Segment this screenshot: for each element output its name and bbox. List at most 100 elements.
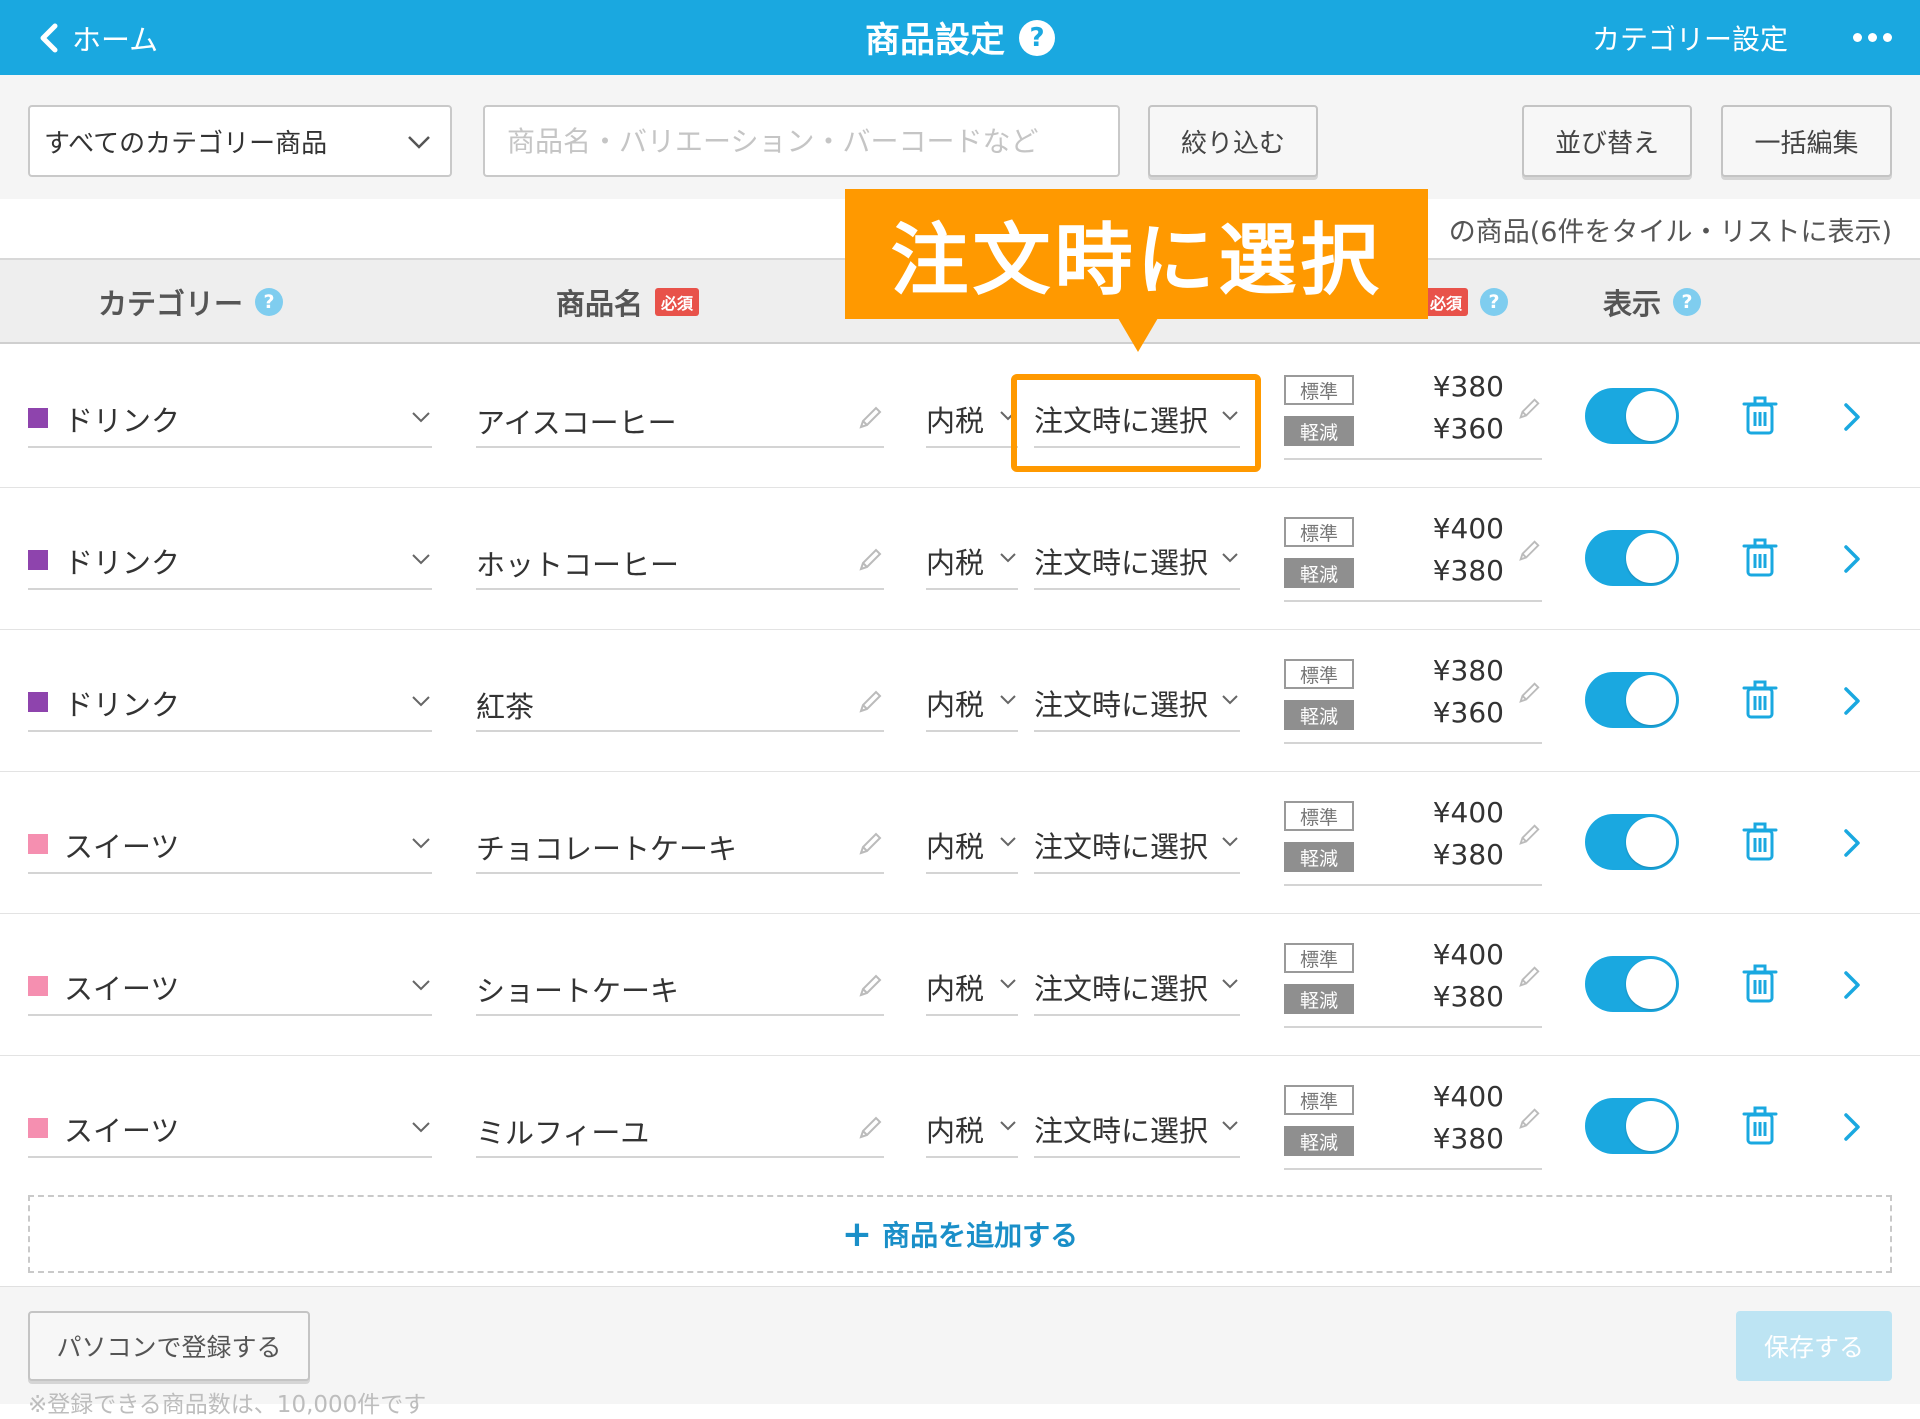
- sort-button[interactable]: 並び替え: [1522, 105, 1692, 177]
- pencil-icon[interactable]: [1516, 964, 1542, 990]
- trash-icon[interactable]: [1742, 680, 1778, 720]
- filter-button[interactable]: 絞り込む: [1148, 105, 1318, 177]
- chevron-right-icon[interactable]: [1842, 544, 1862, 574]
- tax-rate-value[interactable]: 注文時に選択: [1034, 682, 1208, 724]
- chevron-down-icon[interactable]: [410, 548, 432, 570]
- help-icon[interactable]: ?: [1019, 19, 1055, 56]
- trash-icon[interactable]: [1742, 964, 1778, 1004]
- search-input[interactable]: [483, 105, 1120, 177]
- category-underline: [28, 872, 432, 874]
- more-icon[interactable]: [1853, 0, 1892, 75]
- chevron-down-icon[interactable]: [998, 1116, 1018, 1136]
- pencil-icon[interactable]: [856, 1114, 884, 1142]
- reduced-price[interactable]: ¥380: [1394, 838, 1504, 871]
- chevron-right-icon[interactable]: [1842, 686, 1862, 716]
- chevron-down-icon[interactable]: [1220, 974, 1240, 994]
- pencil-icon[interactable]: [856, 830, 884, 858]
- trash-icon[interactable]: [1742, 822, 1778, 862]
- tax-rate-value[interactable]: 注文時に選択: [1034, 540, 1208, 582]
- trash-icon[interactable]: [1742, 538, 1778, 578]
- pc-register-button[interactable]: パソコンで登録する: [28, 1311, 310, 1381]
- chevron-down-icon[interactable]: [410, 974, 432, 996]
- add-product-button[interactable]: + 商品を追加する: [28, 1195, 1892, 1273]
- display-toggle[interactable]: [1585, 1098, 1679, 1154]
- chevron-down-icon[interactable]: [1220, 1116, 1240, 1136]
- display-toggle[interactable]: [1585, 672, 1679, 728]
- tax-type-value[interactable]: 内税: [926, 398, 984, 440]
- reduced-price[interactable]: ¥380: [1394, 1122, 1504, 1155]
- display-toggle[interactable]: [1585, 814, 1679, 870]
- pencil-icon[interactable]: [1516, 680, 1542, 706]
- back-button[interactable]: ホーム: [38, 0, 158, 75]
- chevron-down-icon[interactable]: [998, 548, 1018, 568]
- chevron-down-icon[interactable]: [1220, 548, 1240, 568]
- help-icon[interactable]: ?: [255, 288, 284, 316]
- chevron-down-icon[interactable]: [998, 832, 1018, 852]
- chevron-down-icon[interactable]: [410, 406, 432, 428]
- pencil-icon[interactable]: [1516, 396, 1542, 422]
- pencil-icon[interactable]: [856, 972, 884, 1000]
- category-value[interactable]: ドリンク: [64, 682, 180, 724]
- standard-price[interactable]: ¥400: [1394, 512, 1504, 545]
- pencil-icon[interactable]: [856, 688, 884, 716]
- category-value[interactable]: ドリンク: [64, 398, 180, 440]
- chevron-right-icon[interactable]: [1842, 1112, 1862, 1142]
- price-underline: [1284, 600, 1542, 602]
- category-select[interactable]: すべてのカテゴリー商品: [28, 105, 452, 177]
- category-value[interactable]: スイーツ: [64, 1108, 179, 1150]
- chevron-down-icon[interactable]: [998, 690, 1018, 710]
- tax-rate-value[interactable]: 注文時に選択: [1034, 824, 1208, 866]
- save-button[interactable]: 保存する: [1736, 1311, 1892, 1381]
- category-underline: [28, 588, 432, 590]
- trash-icon[interactable]: [1742, 396, 1778, 436]
- standard-price[interactable]: ¥380: [1394, 370, 1504, 403]
- category-setting-link[interactable]: カテゴリー設定: [1592, 0, 1788, 75]
- help-icon[interactable]: ?: [1673, 288, 1702, 316]
- standard-price[interactable]: ¥380: [1394, 654, 1504, 687]
- pencil-icon[interactable]: [856, 546, 884, 574]
- pencil-icon[interactable]: [1516, 538, 1542, 564]
- product-name-field[interactable]: ショートケーキ: [476, 968, 679, 1010]
- display-toggle[interactable]: [1585, 956, 1679, 1012]
- tax-type-value[interactable]: 内税: [926, 682, 984, 724]
- tax-type-value[interactable]: 内税: [926, 1108, 984, 1150]
- trash-icon[interactable]: [1742, 1106, 1778, 1146]
- tax-rate-value[interactable]: 注文時に選択: [1034, 1108, 1208, 1150]
- standard-price[interactable]: ¥400: [1394, 1080, 1504, 1113]
- product-name-field[interactable]: チョコレートケーキ: [476, 826, 737, 868]
- product-name-field[interactable]: 紅茶: [476, 684, 534, 726]
- reduced-price[interactable]: ¥380: [1394, 554, 1504, 587]
- reduced-price[interactable]: ¥360: [1394, 696, 1504, 729]
- product-name-field[interactable]: アイスコーヒー: [476, 400, 677, 442]
- reduced-price[interactable]: ¥360: [1394, 412, 1504, 445]
- standard-price[interactable]: ¥400: [1394, 796, 1504, 829]
- pencil-icon[interactable]: [1516, 822, 1542, 848]
- tax-type-value[interactable]: 内税: [926, 966, 984, 1008]
- chevron-right-icon[interactable]: [1842, 828, 1862, 858]
- chevron-right-icon[interactable]: [1842, 402, 1862, 432]
- tax-type-value[interactable]: 内税: [926, 540, 984, 582]
- column-header-product-name: 商品名 必須: [556, 260, 700, 344]
- chevron-down-icon[interactable]: [1220, 690, 1240, 710]
- chevron-down-icon[interactable]: [410, 690, 432, 712]
- bulk-edit-button[interactable]: 一括編集: [1721, 105, 1892, 177]
- chevron-down-icon[interactable]: [998, 974, 1018, 994]
- chevron-right-icon[interactable]: [1842, 970, 1862, 1000]
- pencil-icon[interactable]: [1516, 1106, 1542, 1132]
- display-toggle[interactable]: [1585, 530, 1679, 586]
- product-name-field[interactable]: ミルフィーユ: [476, 1110, 649, 1152]
- display-toggle[interactable]: [1585, 388, 1679, 444]
- reduced-price[interactable]: ¥380: [1394, 980, 1504, 1013]
- product-name-field[interactable]: ホットコーヒー: [476, 542, 679, 584]
- tax-type-value[interactable]: 内税: [926, 824, 984, 866]
- standard-price[interactable]: ¥400: [1394, 938, 1504, 971]
- chevron-down-icon[interactable]: [410, 832, 432, 854]
- tax-rate-value[interactable]: 注文時に選択: [1034, 966, 1208, 1008]
- chevron-down-icon[interactable]: [1220, 832, 1240, 852]
- category-value[interactable]: スイーツ: [64, 824, 179, 866]
- pencil-icon[interactable]: [856, 404, 884, 432]
- chevron-down-icon[interactable]: [410, 1116, 432, 1138]
- help-icon[interactable]: ?: [1480, 288, 1509, 316]
- category-value[interactable]: ドリンク: [64, 540, 180, 582]
- category-value[interactable]: スイーツ: [64, 966, 179, 1008]
